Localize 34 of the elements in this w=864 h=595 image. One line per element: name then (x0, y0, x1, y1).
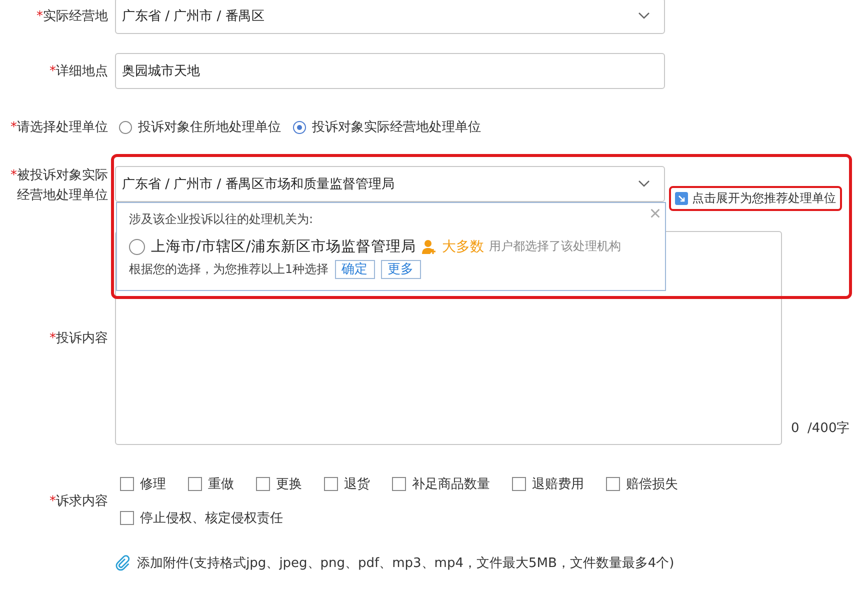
caret-icon (638, 12, 650, 20)
checkbox-option[interactable]: 停止侵权、核定侵权责任 (120, 506, 283, 530)
recommend-link[interactable]: 点击展开为您推荐处理单位 (669, 186, 842, 211)
handler-select[interactable]: 广东省 / 广州市 / 番禺区市场和质量监督管理局 (115, 166, 665, 202)
expand-icon (675, 192, 688, 205)
address-field[interactable]: 奥园城市天地 (115, 53, 665, 89)
location-select[interactable]: 广东省 / 广州市 / 番禺区 (115, 0, 665, 34)
checkbox-option[interactable]: 补足商品数量 (392, 472, 490, 496)
checkbox-option[interactable]: 赔偿损失 (606, 472, 678, 496)
checkbox-option[interactable]: 重做 (188, 472, 234, 496)
user-icon (420, 238, 437, 254)
field-label: *实际经营地 (36, 8, 108, 25)
char-counter: 0 /400字 (791, 420, 850, 437)
recommend-summary: 根据您的选择，为您推荐以上1种选择 (129, 261, 329, 278)
majority-text: 大多数 (442, 238, 484, 256)
popup-button[interactable]: 更多 (380, 260, 421, 279)
field-label: *被投诉对象实际 经营地处理单位 (10, 167, 108, 205)
majority-note: 用户都选择了该处理机构 (488, 238, 621, 255)
caret-icon (638, 180, 650, 188)
radio-option[interactable]: 投诉对象住所地处理单位 (119, 118, 281, 136)
checkbox-option[interactable]: 退赔费用 (512, 472, 584, 496)
checkbox-option[interactable]: 更换 (256, 472, 302, 496)
checkbox-option[interactable]: 退货 (324, 472, 370, 496)
popup-button[interactable]: 确定 (334, 260, 375, 279)
radio-option[interactable]: 投诉对象实际经营地处理单位 (293, 118, 481, 136)
radio-option[interactable]: 上海市/市辖区/浦东新区市场监督管理局 (129, 237, 416, 256)
paperclip-icon (115, 555, 131, 571)
field-label: *投诉内容 (48, 330, 108, 347)
field-label: *详细地点 (48, 63, 108, 80)
checkbox-option[interactable]: 修理 (120, 472, 166, 496)
field-label: *诉求内容 (48, 493, 108, 510)
popup-intro: 涉及该企业投诉以往的处理机关为: (129, 211, 314, 228)
field-label: *请选择处理单位 (10, 119, 108, 136)
attach-link[interactable]: 添加附件(支持格式jpg、jpeg、png、pdf、mp3、mp4，文件最大5MB，文件数量最多4个) (115, 554, 674, 572)
